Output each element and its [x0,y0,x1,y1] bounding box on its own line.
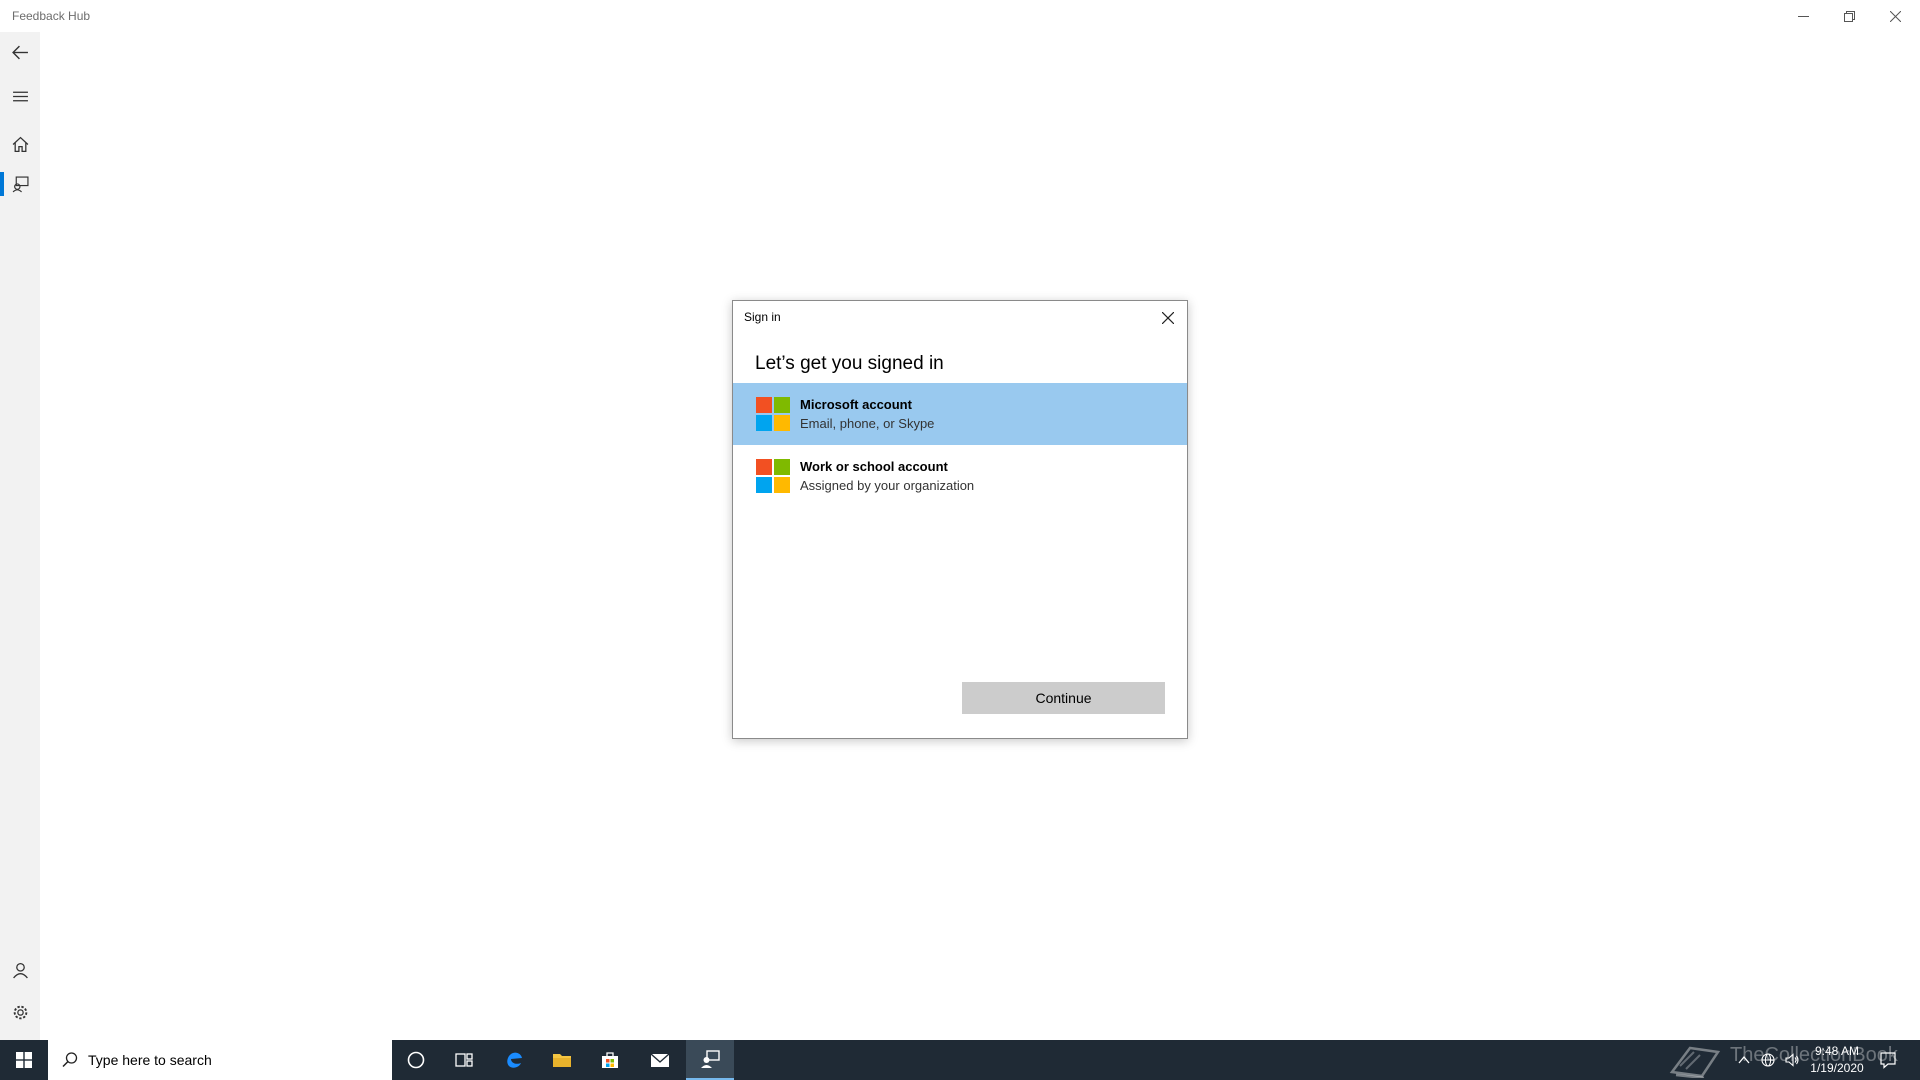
task-view-icon [455,1053,473,1067]
account-option-description: Email, phone, or Skype [800,416,935,431]
file-explorer-icon [553,1054,571,1067]
store-taskbar-button[interactable] [586,1040,634,1080]
feedback-icon [12,175,29,192]
settings-button[interactable] [0,992,40,1032]
nav-item-home[interactable] [0,124,40,164]
chevron-up-icon [1738,1055,1750,1064]
search-magnifier-icon [62,1052,78,1068]
microsoft-logo-icon [756,459,790,493]
file-explorer-taskbar-button[interactable] [538,1040,586,1080]
close-window-button[interactable] [1872,0,1918,32]
search-placeholder: Type here to search [88,1052,212,1068]
app-title: Feedback Hub [12,9,91,23]
network-icon [1761,1053,1775,1067]
account-option-microsoft[interactable]: Microsoft account Email, phone, or Skype [733,383,1187,445]
continue-button[interactable]: Continue [962,682,1165,714]
menu-button[interactable] [0,76,40,116]
microsoft-logo-icon [756,397,790,431]
feedback-hub-taskbar-button[interactable] [686,1040,734,1080]
back-button[interactable] [0,32,40,72]
task-view-button[interactable] [440,1040,488,1080]
dialog-close-button[interactable] [1155,305,1181,331]
sign-in-dialog: Sign in Let’s get you signed in Microsof… [732,300,1188,739]
minimize-icon [1797,15,1809,17]
restore-icon [1843,10,1855,22]
account-option-work-school[interactable]: Work or school account Assigned by your … [733,445,1187,507]
account-option-name: Work or school account [800,459,948,474]
restore-button[interactable] [1826,0,1872,32]
account-icon [12,962,28,978]
account-button[interactable] [0,950,40,990]
windows-start-icon [16,1052,32,1068]
cortana-circle-icon [407,1051,425,1069]
back-arrow-icon [11,45,28,59]
navigation-rail [0,32,40,1040]
app-titlebar: Feedback Hub [0,0,1920,32]
show-hidden-icons-button[interactable] [1732,1040,1756,1080]
minimize-button[interactable] [1780,0,1826,32]
taskbar: Type here to search TheCollectionBook 9:… [0,1040,1920,1080]
hamburger-menu-icon [12,91,28,101]
edge-browser-icon [507,1052,522,1068]
nav-item-feedback[interactable] [0,164,40,204]
close-icon [1162,312,1174,324]
watermark-book-icon [1669,1046,1721,1078]
dialog-title: Sign in [744,310,781,324]
action-center-button[interactable] [1864,1040,1912,1080]
mail-icon [650,1053,670,1067]
edge-taskbar-button[interactable] [490,1040,538,1080]
close-icon [1889,10,1901,22]
dialog-heading: Let’s get you signed in [755,353,944,374]
feedback-hub-icon [701,1050,720,1068]
account-option-name: Microsoft account [800,397,912,412]
mail-taskbar-button[interactable] [636,1040,684,1080]
taskbar-search-box[interactable]: Type here to search [48,1040,392,1080]
store-icon [602,1052,618,1068]
settings-gear-icon [13,1005,27,1019]
account-option-description: Assigned by your organization [800,478,975,493]
start-button[interactable] [0,1040,48,1080]
cortana-button[interactable] [392,1040,440,1080]
network-button[interactable] [1756,1040,1780,1080]
notification-icon [1880,1052,1896,1069]
home-icon [12,136,28,152]
